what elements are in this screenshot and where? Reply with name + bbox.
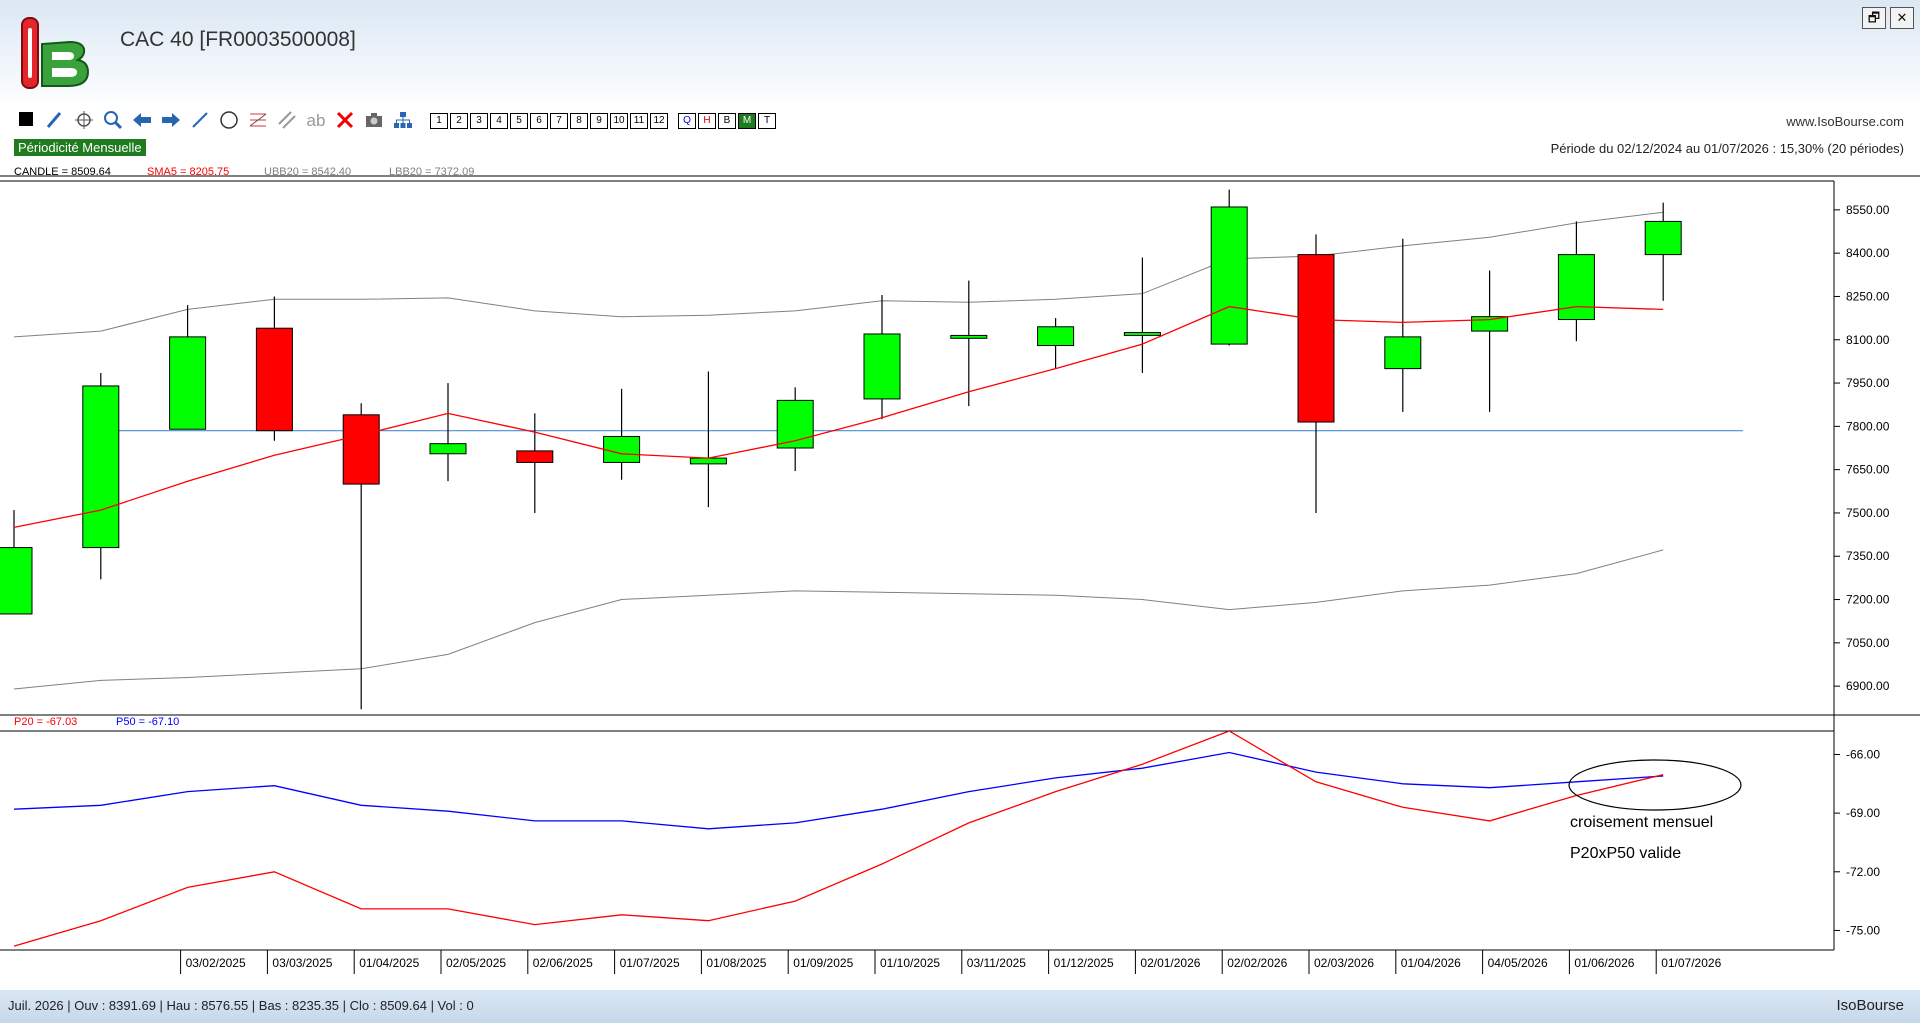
x-tick-label: 01/12/2025 (1054, 956, 1114, 970)
sub-y-tick-label: -69.00 (1846, 806, 1880, 820)
candle-up (1210, 206, 1248, 345)
x-tick-label: 02/01/2026 (1140, 956, 1200, 970)
x-tick-label: 03/11/2025 (967, 956, 1026, 970)
y-tick-label: 7800.00 (1846, 419, 1890, 433)
candle-down (342, 414, 380, 485)
candle-up (0, 547, 33, 615)
candle-up (1037, 326, 1075, 347)
candle-up (429, 443, 467, 455)
candle-up (169, 336, 207, 430)
x-tick-label: 04/05/2026 (1488, 956, 1548, 970)
status-bar: Juil. 2026 | Ouv : 8391.69 | Hau : 8576.… (0, 990, 1920, 1023)
x-tick-label: 02/03/2026 (1314, 956, 1374, 970)
candle-up (689, 457, 727, 465)
candle-up (1471, 316, 1509, 332)
candle-up (1644, 220, 1682, 256)
y-tick-label: 7950.00 (1846, 376, 1890, 390)
x-tick-label: 01/09/2025 (793, 956, 853, 970)
p50-line (13, 751, 1664, 830)
candle-up (603, 435, 641, 463)
y-tick-label: 8250.00 (1846, 289, 1890, 303)
ubb20-line (13, 211, 1664, 338)
candle-down (516, 450, 554, 463)
candle-down (255, 327, 293, 432)
x-tick-label: 01/04/2025 (359, 956, 419, 970)
annotation-ellipse (1568, 759, 1742, 811)
annotation-text-line2: P20xP50 valide (1570, 845, 1681, 862)
y-tick-label: 8550.00 (1846, 203, 1890, 217)
x-tick-label: 01/07/2026 (1661, 956, 1721, 970)
candle-up (1384, 336, 1422, 370)
x-tick-label: 02/06/2025 (533, 956, 593, 970)
candle-up (1123, 332, 1161, 336)
y-tick-label: 8400.00 (1846, 246, 1890, 260)
y-tick-label: 7050.00 (1846, 636, 1890, 650)
candle-up (863, 333, 901, 400)
y-tick-label: 8100.00 (1846, 333, 1890, 347)
y-tick-label: 7500.00 (1846, 506, 1890, 520)
y-tick-label: 7200.00 (1846, 593, 1890, 607)
status-brand: IsoBourse (1836, 997, 1904, 1014)
sub-y-tick-label: -66.00 (1846, 747, 1880, 761)
price-chart[interactable]: 6900.00 7050.00 7200.00 7350.00 7500.00 7650.… (0, 0, 1920, 990)
candle-up (82, 385, 120, 549)
x-tick-label: 03/02/2025 (186, 956, 246, 970)
y-tick-label: 6900.00 (1846, 679, 1890, 693)
sub-y-tick-label: -72.00 (1846, 865, 1880, 879)
annotation-text-line1: croisement mensuel (1570, 814, 1713, 831)
candle-up (1557, 254, 1595, 321)
sub-plot-area (13, 731, 1664, 947)
sub-y-tick-label: -75.00 (1846, 923, 1880, 937)
main-plot-area (0, 189, 1743, 710)
y-tick-label: 7650.00 (1846, 463, 1890, 477)
x-tick-label: 01/08/2025 (706, 956, 766, 970)
status-ohlc: Juil. 2026 | Ouv : 8391.69 | Hau : 8576.… (8, 998, 474, 1013)
lbb20-line (13, 549, 1664, 690)
x-tick-label: 03/03/2025 (272, 956, 332, 970)
x-tick-label: 01/10/2025 (880, 956, 940, 970)
x-tick-label: 02/05/2025 (446, 956, 506, 970)
p20-line (13, 731, 1664, 947)
candle-down (1297, 254, 1335, 423)
candle-up (950, 334, 988, 339)
x-tick-label: 01/06/2026 (1574, 956, 1634, 970)
y-tick-label: 7350.00 (1846, 549, 1890, 563)
x-tick-label: 01/04/2026 (1401, 956, 1461, 970)
x-tick-label: 01/07/2025 (620, 956, 680, 970)
x-tick-label: 02/02/2026 (1227, 956, 1287, 970)
